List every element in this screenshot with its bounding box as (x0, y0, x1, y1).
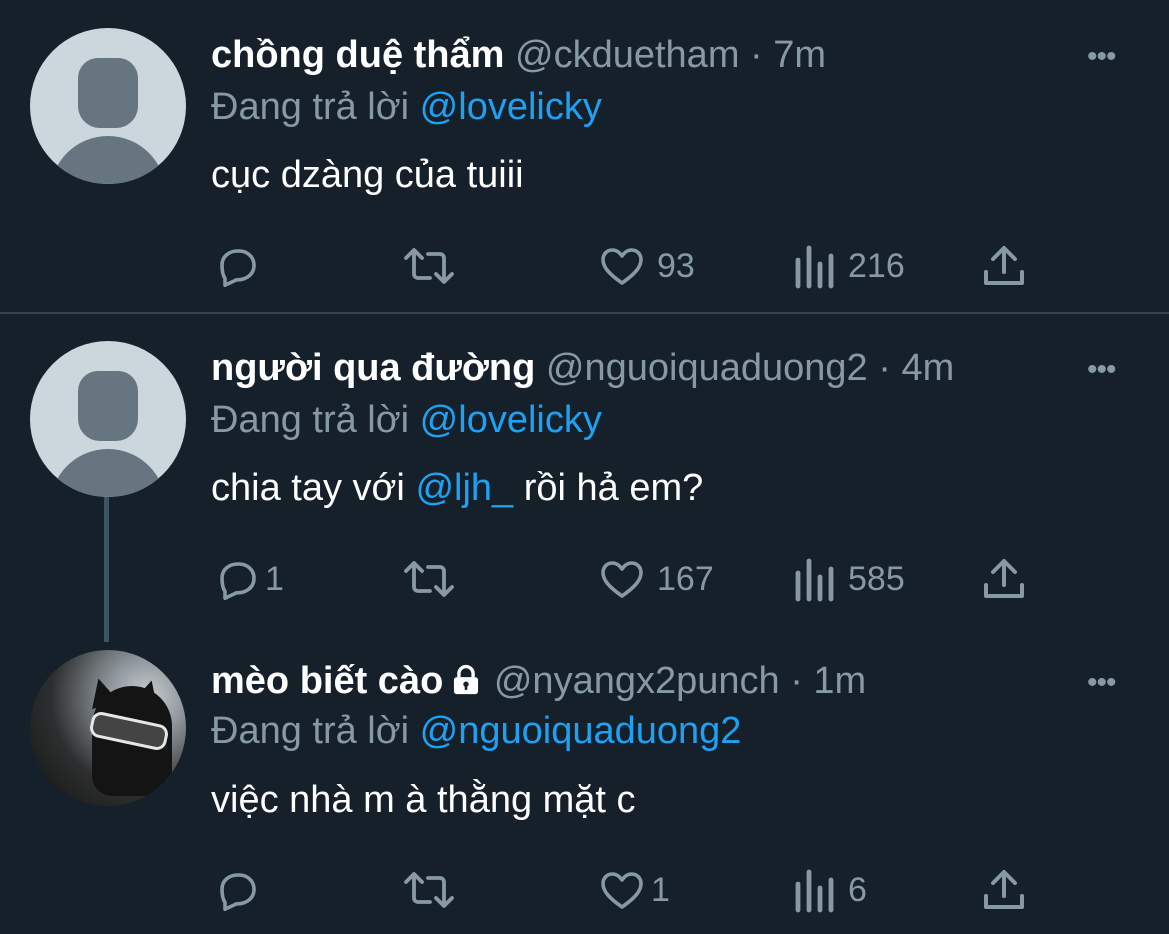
tweet-header: người qua đường @nguoiquaduong2 · 4m (211, 347, 954, 390)
views-count: 216 (848, 246, 905, 285)
tweet-header: mèo biết cào @nyangx2punch · 1m (211, 660, 866, 707)
like-button[interactable]: 1 (597, 862, 670, 918)
replying-to-label: Đang trả lời (211, 399, 420, 441)
reply-button[interactable] (213, 238, 261, 294)
tweet[interactable]: người qua đường @nguoiquaduong2 · 4m •••… (0, 313, 1169, 642)
share-icon (980, 555, 1028, 603)
tweet-text-part: cục dzàng của tuiii (211, 154, 524, 196)
replying-to-label: Đang trả lời (211, 86, 420, 128)
replying-to-handle[interactable]: @nguoiquaduong2 (420, 710, 742, 752)
like-count: 167 (657, 559, 714, 598)
tweet-text-part: chia tay với (211, 467, 416, 509)
reply-count: 1 (265, 559, 284, 598)
heart-icon (597, 555, 647, 603)
avatar-body (50, 449, 166, 497)
tweet-text-part: rồi hả em? (513, 467, 704, 509)
like-button[interactable]: 93 (597, 238, 695, 294)
replying-to: Đang trả lời @nguoiquaduong2 (211, 710, 741, 753)
replying-to-handle[interactable]: @lovelicky (420, 399, 602, 441)
retweet-icon (402, 555, 456, 603)
timestamp[interactable]: 1m (813, 660, 866, 702)
replying-to: Đang trả lời @lovelicky (211, 399, 602, 442)
display-name[interactable]: mèo biết cào (211, 660, 443, 702)
like-button[interactable]: 167 (597, 551, 714, 607)
timestamp[interactable]: 4m (901, 347, 954, 389)
tweet-text: cục dzàng của tuiii (211, 154, 524, 197)
views-count: 6 (848, 870, 867, 909)
views-icon (790, 242, 838, 290)
reply-button[interactable]: 1 (213, 551, 284, 607)
views-icon (790, 866, 838, 914)
reply-icon (213, 242, 261, 290)
retweet-icon (402, 866, 456, 914)
share-icon (980, 242, 1028, 290)
views-button[interactable]: 6 (790, 862, 867, 918)
reply-icon (213, 555, 261, 603)
reply-icon (213, 866, 261, 914)
views-button[interactable]: 585 (790, 551, 905, 607)
avatar-head (78, 58, 138, 128)
more-icon[interactable]: ••• (1087, 666, 1116, 700)
tweet[interactable]: chồng duệ thẩm @ckduetham · 7m ••• Đang … (0, 0, 1169, 312)
replying-to-handle[interactable]: @lovelicky (420, 86, 602, 128)
action-bar: 1 6 (0, 862, 1169, 918)
share-button[interactable] (980, 862, 1028, 918)
timestamp[interactable]: 7m (773, 34, 826, 76)
avatar-default[interactable] (30, 28, 186, 184)
action-bar: 1 167 585 (0, 551, 1169, 607)
retweet-button[interactable] (402, 551, 456, 607)
tweet-mention[interactable]: @ljh_ (415, 467, 513, 509)
reply-button[interactable] (213, 862, 261, 918)
more-icon[interactable]: ••• (1087, 353, 1116, 387)
heart-icon (597, 242, 647, 290)
like-count: 1 (651, 870, 670, 909)
username[interactable]: @nguoiquaduong2 (546, 347, 868, 389)
display-name[interactable]: chồng duệ thẩm (211, 34, 504, 76)
share-icon (980, 866, 1028, 914)
like-count: 93 (657, 246, 695, 285)
more-icon[interactable]: ••• (1087, 40, 1116, 74)
avatar-default[interactable] (30, 341, 186, 497)
replying-to: Đang trả lời @lovelicky (211, 86, 602, 129)
tweet-text-part: việc nhà m à thằng mặt c (211, 779, 636, 821)
avatar-body (50, 136, 166, 184)
share-button[interactable] (980, 551, 1028, 607)
display-name[interactable]: người qua đường (211, 347, 535, 389)
avatar-head (78, 371, 138, 441)
views-count: 585 (848, 559, 905, 598)
tweet-text: chia tay với @ljh_ rồi hả em? (211, 467, 703, 510)
separator: · (739, 34, 774, 76)
tweet-header: chồng duệ thẩm @ckduetham · 7m (211, 34, 826, 77)
share-button[interactable] (980, 238, 1028, 294)
views-button[interactable]: 216 (790, 238, 905, 294)
retweet-button[interactable] (402, 862, 456, 918)
username[interactable]: @ckduetham (515, 34, 739, 76)
separator: · (867, 347, 902, 389)
username[interactable]: @nyangx2punch (494, 660, 780, 702)
retweet-button[interactable] (402, 238, 456, 294)
avatar-cat[interactable] (30, 650, 186, 806)
views-icon (790, 555, 838, 603)
retweet-icon (402, 242, 456, 290)
lock-icon (449, 663, 483, 707)
replying-to-label: Đang trả lời (211, 710, 420, 752)
separator: · (779, 660, 814, 702)
heart-icon (597, 866, 647, 914)
tweet[interactable]: mèo biết cào @nyangx2punch · 1m ••• Đang… (0, 624, 1169, 934)
tweet-text: việc nhà m à thằng mặt c (211, 779, 636, 822)
action-bar: 93 216 (0, 238, 1169, 294)
